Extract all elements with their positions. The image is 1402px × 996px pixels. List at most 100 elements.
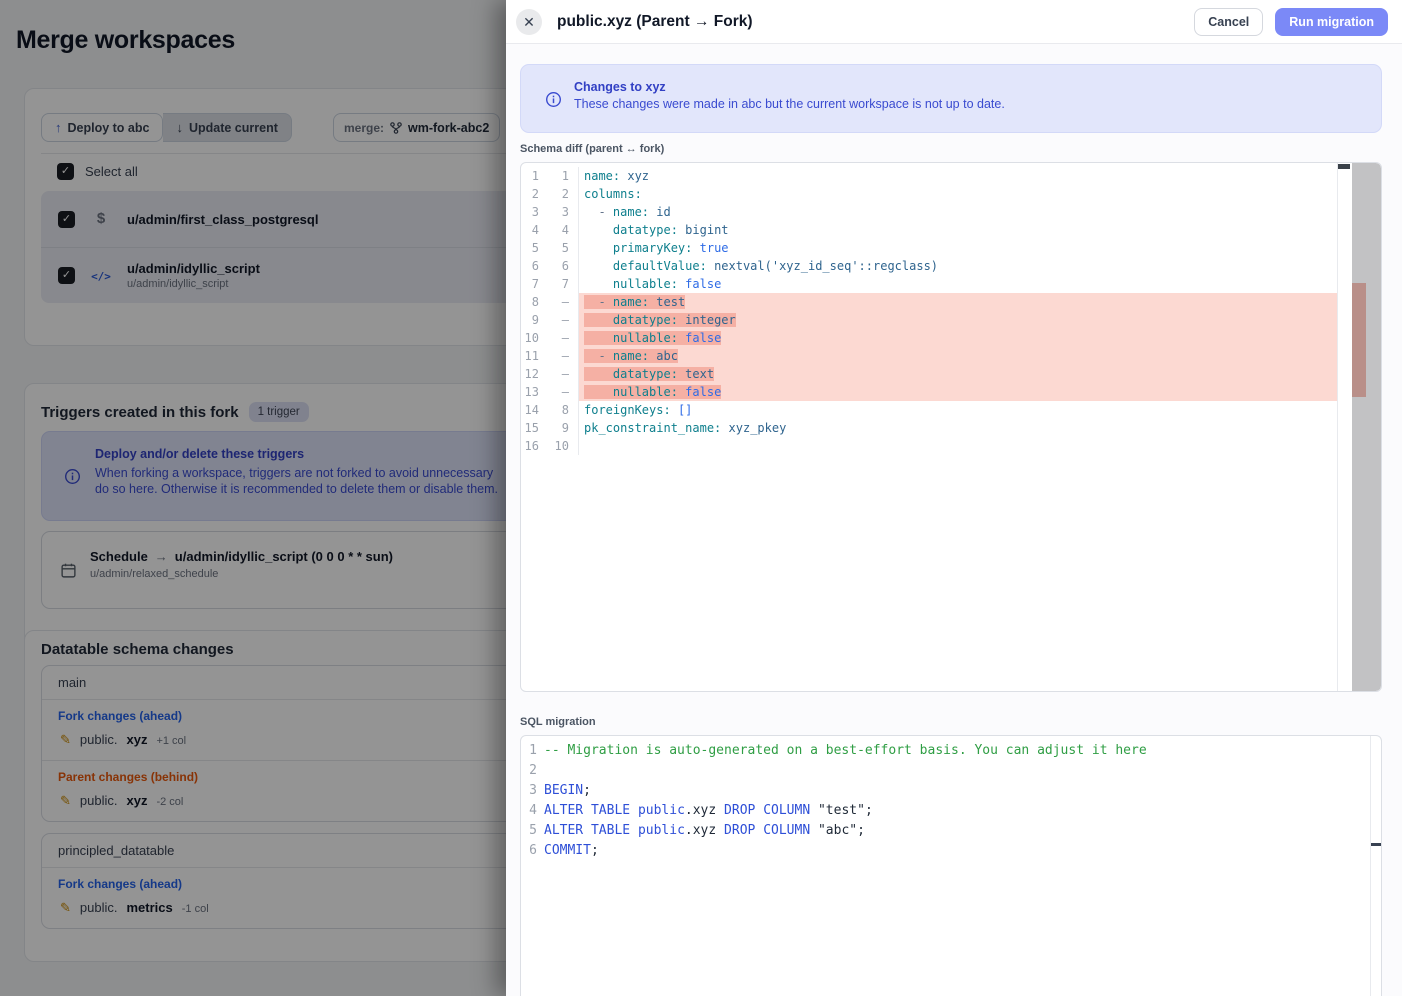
sql-line: 2 bbox=[521, 761, 1381, 781]
code-token: DROP bbox=[724, 803, 755, 818]
diff-line-text: nullable: false bbox=[584, 385, 721, 399]
code-token: datatype: bbox=[613, 223, 678, 237]
diff-gutter-old: 8 bbox=[521, 293, 539, 311]
diff-gutter-separator bbox=[569, 275, 579, 293]
diff-gutter-new: 10 bbox=[539, 437, 569, 455]
diff-gutter-separator bbox=[569, 311, 579, 329]
diff-scrollbar-thumb[interactable] bbox=[1338, 164, 1350, 169]
code-token: COLUMN bbox=[763, 823, 810, 838]
diff-gutter-separator bbox=[569, 239, 579, 257]
diff-line-text: primaryKey: true bbox=[584, 241, 729, 255]
code-token: defaultValue: bbox=[613, 259, 707, 273]
diff-code: 11name: xyz22columns:33 - name: id44 dat… bbox=[521, 163, 1381, 455]
close-icon[interactable]: ✕ bbox=[516, 9, 542, 35]
sql-migration-editor[interactable]: 1-- Migration is auto-generated on a bes… bbox=[520, 735, 1382, 996]
diff-line-code: nullable: false bbox=[579, 275, 1337, 293]
diff-line-code: nullable: false bbox=[579, 383, 1337, 401]
diff-scroll-track bbox=[1337, 163, 1338, 691]
diff-gutter-new: 5 bbox=[539, 239, 569, 257]
diff-gutter-old: 16 bbox=[521, 437, 539, 455]
code-token bbox=[584, 241, 613, 255]
sql-gutter: 3 bbox=[521, 781, 537, 801]
banner-title: Changes to xyz bbox=[574, 80, 666, 94]
schema-diff-editor[interactable]: 11name: xyz22columns:33 - name: id44 dat… bbox=[520, 162, 1382, 692]
diff-gutter-new: – bbox=[539, 365, 569, 383]
diff-gutter-old: 15 bbox=[521, 419, 539, 437]
diff-line: 44 datatype: bigint bbox=[521, 221, 1381, 239]
diff-gutter-new: – bbox=[539, 329, 569, 347]
diff-deleted-chunk-marker bbox=[1352, 283, 1366, 397]
code-token bbox=[584, 331, 613, 345]
diff-line-code: - name: test bbox=[579, 293, 1337, 311]
code-token: abc bbox=[656, 349, 678, 363]
code-token: pk_constraint_name: bbox=[584, 421, 721, 435]
diff-line-text: foreignKeys: [] bbox=[584, 403, 692, 417]
sql-line-code: BEGIN; bbox=[537, 781, 1370, 801]
code-token: integer bbox=[685, 313, 736, 327]
diff-gutter-new: – bbox=[539, 347, 569, 365]
diff-gutter-new: – bbox=[539, 311, 569, 329]
code-token bbox=[584, 259, 613, 273]
banner-text: These changes were made in abc but the c… bbox=[574, 97, 1005, 111]
diff-overview-ruler[interactable] bbox=[1352, 163, 1381, 691]
code-token bbox=[584, 295, 598, 309]
diff-gutter-old: 3 bbox=[521, 203, 539, 221]
code-token: false bbox=[685, 385, 721, 399]
sql-line-code: COMMIT; bbox=[537, 841, 1370, 861]
code-token: ; bbox=[591, 843, 599, 858]
code-token: nullable: bbox=[613, 331, 678, 345]
code-token: "test"; bbox=[810, 803, 873, 818]
code-token: foreignKeys: bbox=[584, 403, 671, 417]
diff-gutter-old: 1 bbox=[521, 167, 539, 185]
diff-gutter-new: 9 bbox=[539, 419, 569, 437]
code-token: bigint bbox=[685, 223, 728, 237]
diff-line-text: datatype: text bbox=[584, 367, 714, 381]
code-token bbox=[583, 803, 591, 818]
code-token: nextval('xyz_id_seq'::regclass) bbox=[714, 259, 938, 273]
code-token bbox=[755, 803, 763, 818]
diff-line: 11– - name: abc bbox=[521, 347, 1381, 365]
code-token: ALTER bbox=[544, 803, 583, 818]
code-token bbox=[721, 421, 728, 435]
code-token: name: bbox=[613, 205, 649, 219]
cancel-button[interactable]: Cancel bbox=[1194, 8, 1263, 36]
diff-gutter-separator bbox=[569, 257, 579, 275]
diff-gutter-old: 11 bbox=[521, 347, 539, 365]
diff-line-text: nullable: false bbox=[584, 331, 721, 345]
diff-line-text: - name: id bbox=[584, 205, 671, 219]
code-token: name: bbox=[613, 349, 649, 363]
diff-gutter-new: 2 bbox=[539, 185, 569, 203]
code-token: columns: bbox=[584, 187, 642, 201]
changes-banner: Changes to xyz These changes were made i… bbox=[520, 64, 1382, 133]
diff-line-code: columns: bbox=[579, 185, 1337, 203]
diff-line: 12– datatype: text bbox=[521, 365, 1381, 383]
diff-line: 22columns: bbox=[521, 185, 1381, 203]
diff-line-text: nullable: false bbox=[584, 277, 721, 291]
code-token: primaryKey: bbox=[613, 241, 692, 255]
code-token bbox=[583, 823, 591, 838]
code-token: true bbox=[700, 241, 729, 255]
diff-line-text: pk_constraint_name: xyz_pkey bbox=[584, 421, 786, 435]
diff-line: 66 defaultValue: nextval('xyz_id_seq'::r… bbox=[521, 257, 1381, 275]
info-icon bbox=[545, 91, 562, 108]
diff-gutter-separator bbox=[569, 185, 579, 203]
code-token: test bbox=[656, 295, 685, 309]
sql-line-code: ALTER TABLE public.xyz DROP COLUMN "abc"… bbox=[537, 821, 1370, 841]
diff-line-code: primaryKey: true bbox=[579, 239, 1337, 257]
diff-line-text: datatype: integer bbox=[584, 313, 736, 327]
diff-line-code: - name: abc bbox=[579, 347, 1337, 365]
sql-line-code: -- Migration is auto-generated on a best… bbox=[537, 741, 1370, 761]
schema-diff-label: Schema diff (parent ↔ fork) bbox=[520, 143, 664, 155]
run-migration-button[interactable]: Run migration bbox=[1275, 8, 1388, 36]
diff-line-text: datatype: bigint bbox=[584, 223, 729, 237]
diff-gutter-old: 7 bbox=[521, 275, 539, 293]
diff-line: 77 nullable: false bbox=[521, 275, 1381, 293]
diff-gutter-old: 10 bbox=[521, 329, 539, 347]
code-token: false bbox=[685, 277, 721, 291]
diff-line: 1610 bbox=[521, 437, 1381, 455]
code-token: datatype: bbox=[613, 367, 678, 381]
code-token bbox=[707, 259, 714, 273]
code-token: public bbox=[638, 823, 685, 838]
sql-scrollbar-marker[interactable] bbox=[1371, 843, 1381, 846]
sql-gutter: 2 bbox=[521, 761, 537, 781]
